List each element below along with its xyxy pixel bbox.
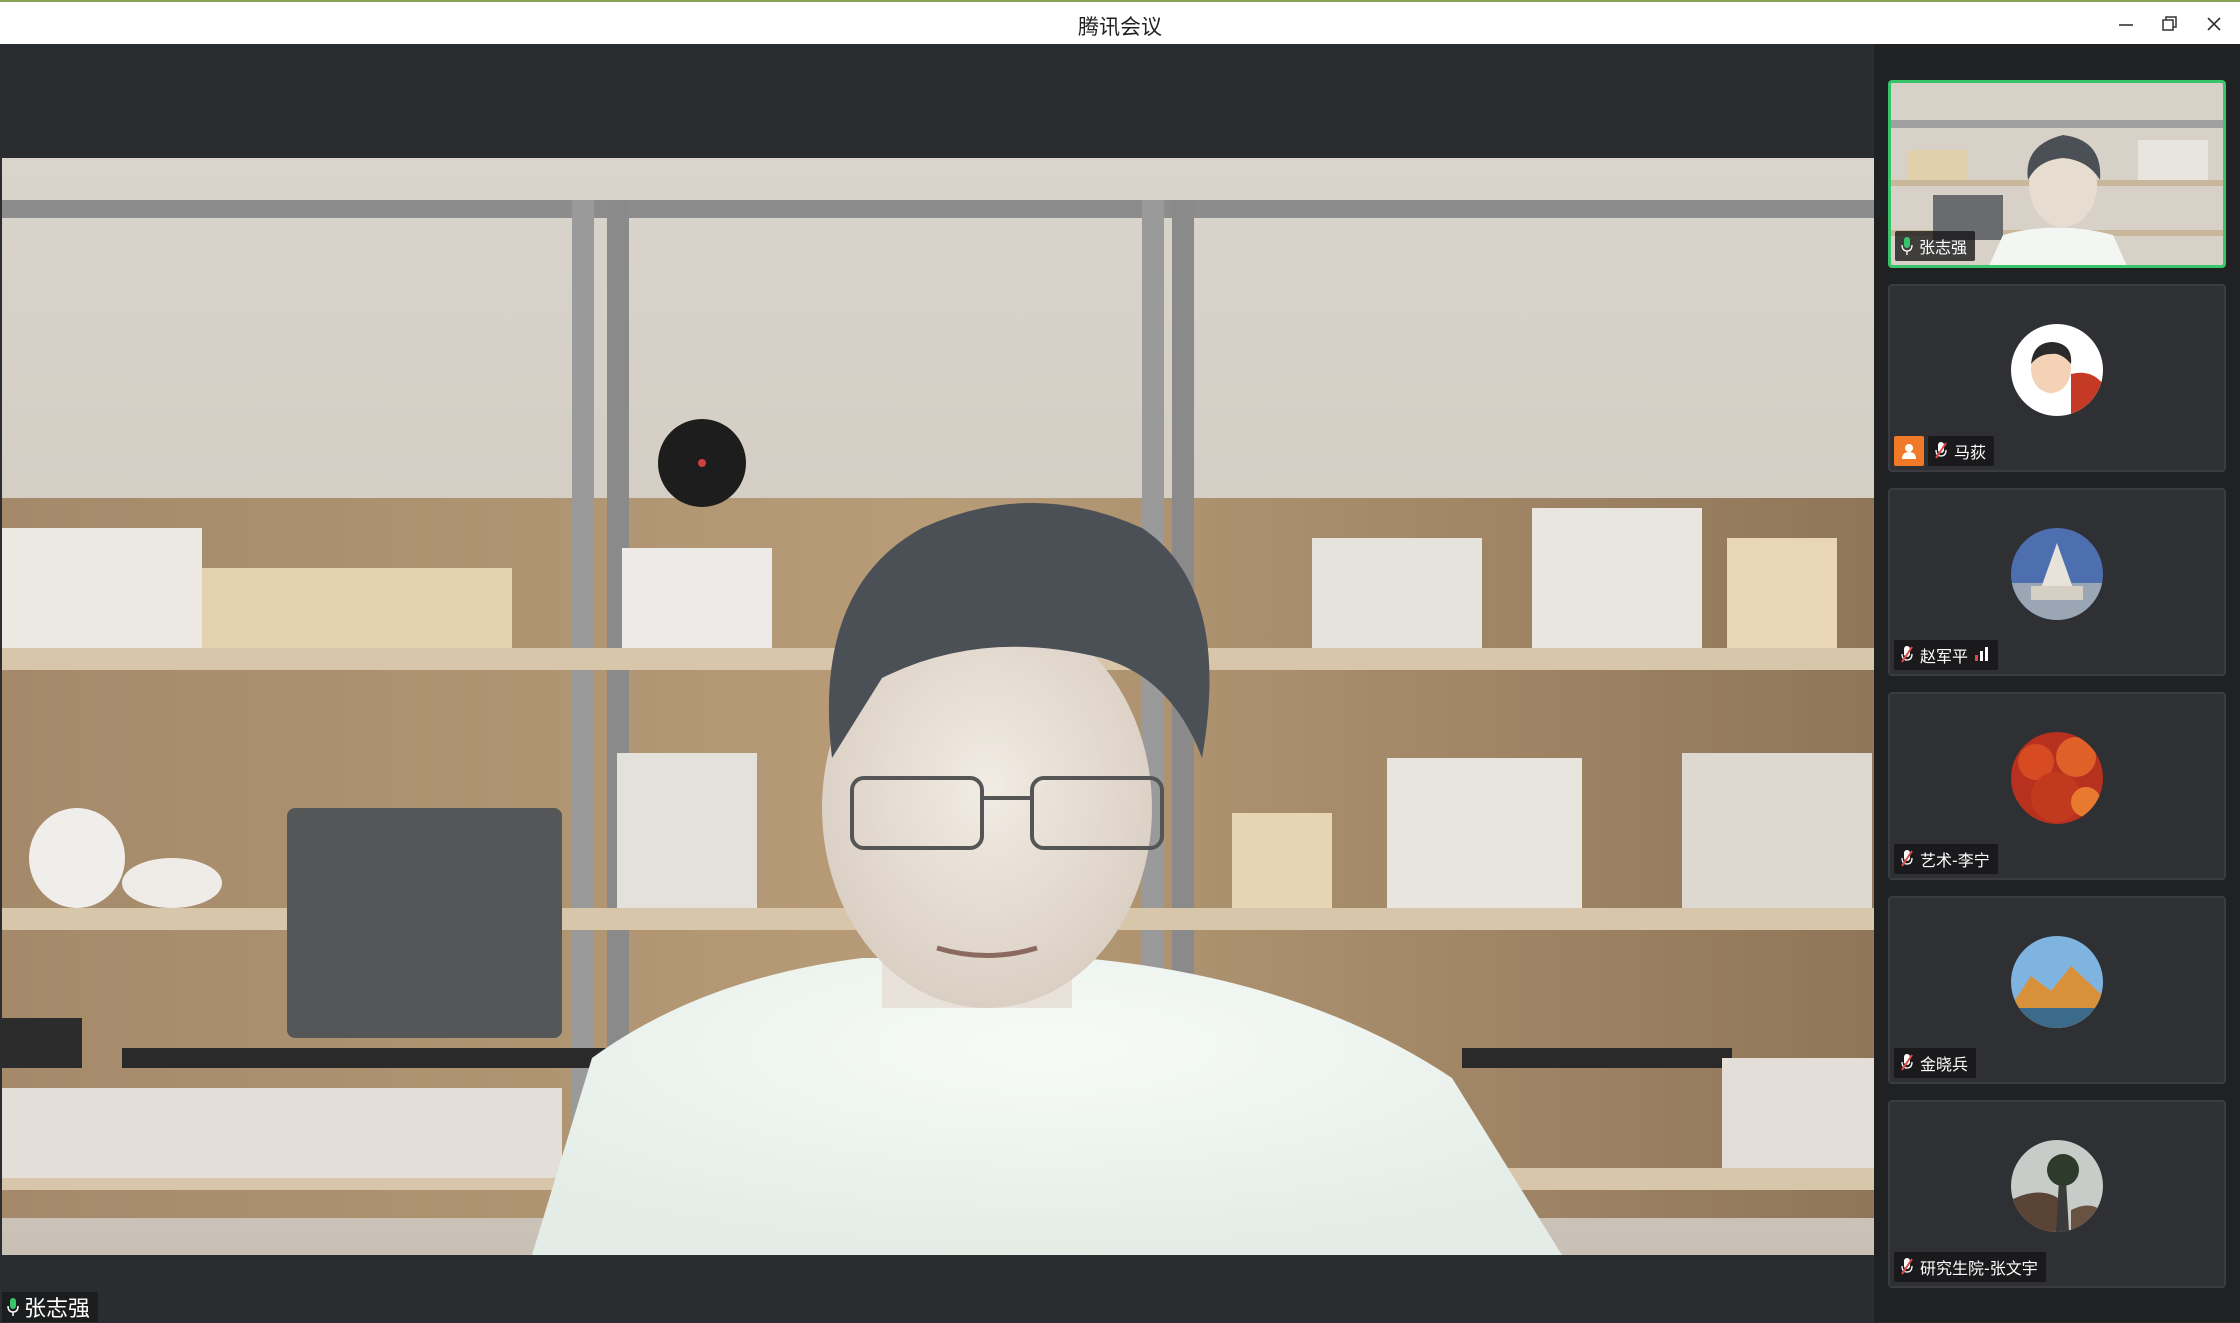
- mic-off-icon: [1900, 849, 1914, 869]
- participant-name: 马荻: [1954, 443, 1987, 462]
- participant-name: 金晓兵: [1920, 1055, 1969, 1074]
- title-bar: 腾讯会议: [0, 0, 2240, 44]
- window-title: 腾讯会议: [1078, 15, 1162, 39]
- tower-landscape-avatar: [2011, 528, 2103, 620]
- restore-icon[interactable]: [2148, 4, 2192, 44]
- mic-on-icon: [6, 1296, 20, 1318]
- participant-tile[interactable]: 艺术-李宁: [1888, 692, 2226, 880]
- signal-bars-icon: [1974, 645, 1990, 665]
- participant-nametag: 赵军平: [1894, 640, 1999, 670]
- participant-name: 赵军平: [1920, 647, 1969, 666]
- active-speaker-label: 张志强: [2, 1292, 99, 1322]
- mic-off-icon: [1934, 441, 1948, 461]
- participant-tile[interactable]: 研究生院-张文宇: [1888, 1100, 2226, 1288]
- participant-panel: 张志强 马荻 赵军平 艺术-李宁 金晓兵 研究生院-张文宇: [1874, 44, 2240, 1322]
- mountain-sunset-avatar: [2011, 936, 2103, 1028]
- mic-on-icon: [1901, 236, 1913, 256]
- close-icon[interactable]: [2192, 4, 2236, 44]
- participant-nametag: 马荻: [1928, 436, 1995, 466]
- mic-off-icon: [1900, 645, 1914, 665]
- participant-nametag: 张志强: [1895, 231, 1976, 261]
- minimize-icon[interactable]: [2104, 4, 2148, 44]
- participant-tile[interactable]: 马荻: [1888, 284, 2226, 472]
- red-foliage-avatar: [2011, 732, 2103, 824]
- cartoon-person-avatar: [2011, 324, 2103, 416]
- mic-off-icon: [1900, 1053, 1914, 1073]
- participant-tile[interactable]: 金晓兵: [1888, 896, 2226, 1084]
- participant-name: 张志强: [1919, 238, 1968, 257]
- tree-rock-avatar: [2011, 1140, 2103, 1232]
- mic-off-icon: [1900, 1257, 1914, 1277]
- participant-tile[interactable]: 张志强: [1888, 80, 2226, 268]
- main-video-stage[interactable]: [2, 44, 1874, 1322]
- participant-nametag: 艺术-李宁: [1894, 844, 1998, 874]
- host-badge-icon: [1894, 436, 1924, 466]
- speaker-video: [2, 158, 1874, 1255]
- active-speaker-name: 张志强: [24, 1297, 91, 1322]
- participant-nametag: 研究生院-张文宇: [1894, 1252, 2046, 1282]
- participant-name: 研究生院-张文宇: [1920, 1259, 2038, 1278]
- participant-nametag: 金晓兵: [1894, 1048, 1977, 1078]
- participant-name: 艺术-李宁: [1920, 851, 1990, 870]
- participant-tile[interactable]: 赵军平: [1888, 488, 2226, 676]
